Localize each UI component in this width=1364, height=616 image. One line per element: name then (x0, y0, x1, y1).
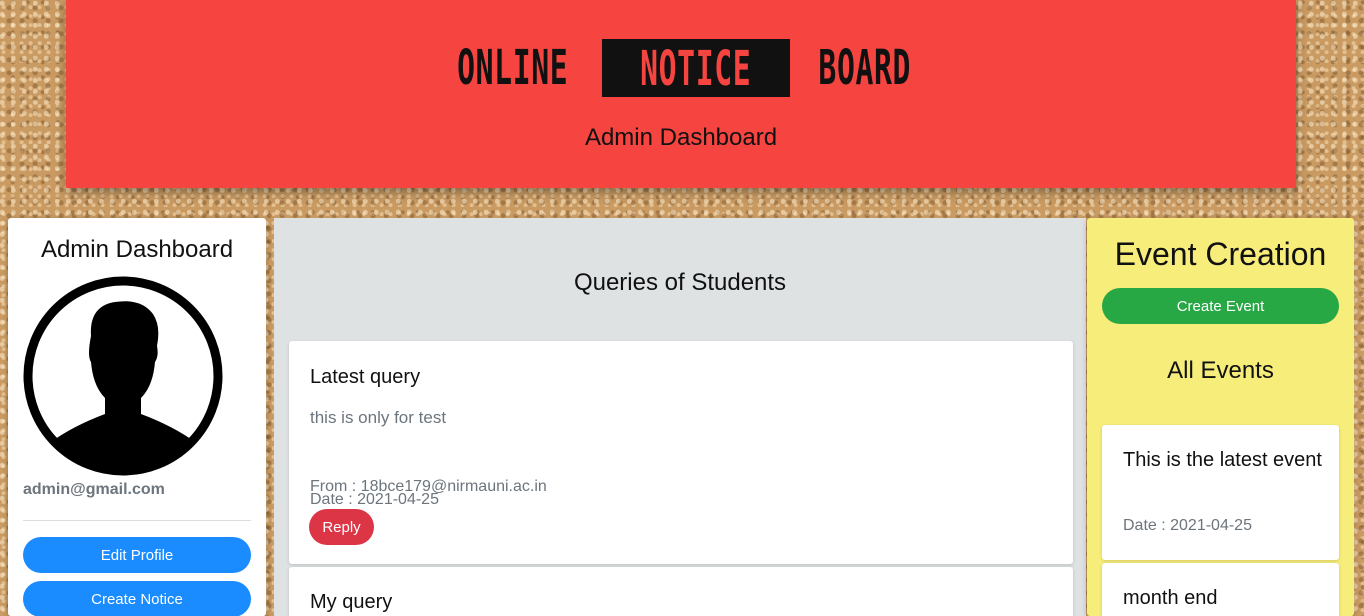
queries-title: Queries of Students (573, 269, 787, 296)
sidebar-divider (23, 520, 251, 521)
query-card: Latest query this is only for test From … (289, 341, 1073, 564)
event-creation-title: Event Creation (1114, 236, 1327, 272)
query-card: My query (289, 567, 1073, 616)
site-header: ONLINE NOTICE BOARD Admin Dashboard (66, 0, 1296, 188)
query-body: this is only for test (310, 408, 447, 427)
logo-word-board: BOARD (818, 40, 911, 96)
create-notice-button[interactable]: Create Notice (23, 581, 251, 616)
event-card: month end (1102, 563, 1339, 616)
query-title: My query (310, 591, 393, 613)
query-title: Latest query (310, 366, 421, 388)
admin-email: admin@gmail.com (23, 481, 165, 498)
events-panel: Event Creation Create Event All Events T… (1087, 218, 1354, 616)
all-events-title: All Events (1167, 357, 1274, 384)
sidebar-title: Admin Dashboard (40, 236, 234, 263)
logo-word-online: ONLINE (456, 40, 569, 96)
event-title: This is the latest event (1123, 449, 1322, 471)
user-avatar-icon (23, 276, 223, 476)
reply-button[interactable]: Reply (309, 509, 374, 545)
query-date: Date : 2021-04-25 (310, 491, 439, 508)
event-card: This is the latest event Date : 2021-04-… (1102, 425, 1339, 560)
event-date: Date : 2021-04-25 (1123, 517, 1252, 534)
queries-panel: Queries of Students Latest query this is… (274, 218, 1086, 616)
logo-word-notice: NOTICE (640, 41, 752, 97)
create-event-button[interactable]: Create Event (1102, 288, 1339, 324)
edit-profile-button[interactable]: Edit Profile (23, 537, 251, 573)
header-subtitle: Admin Dashboard (584, 124, 778, 151)
site-logo: ONLINE NOTICE BOARD (66, 39, 1296, 97)
logo-word-notice-box: NOTICE (602, 39, 790, 97)
event-title: month end (1123, 587, 1218, 609)
profile-sidebar: Admin Dashboard admin@gmail.com Edit Pro… (8, 218, 266, 616)
